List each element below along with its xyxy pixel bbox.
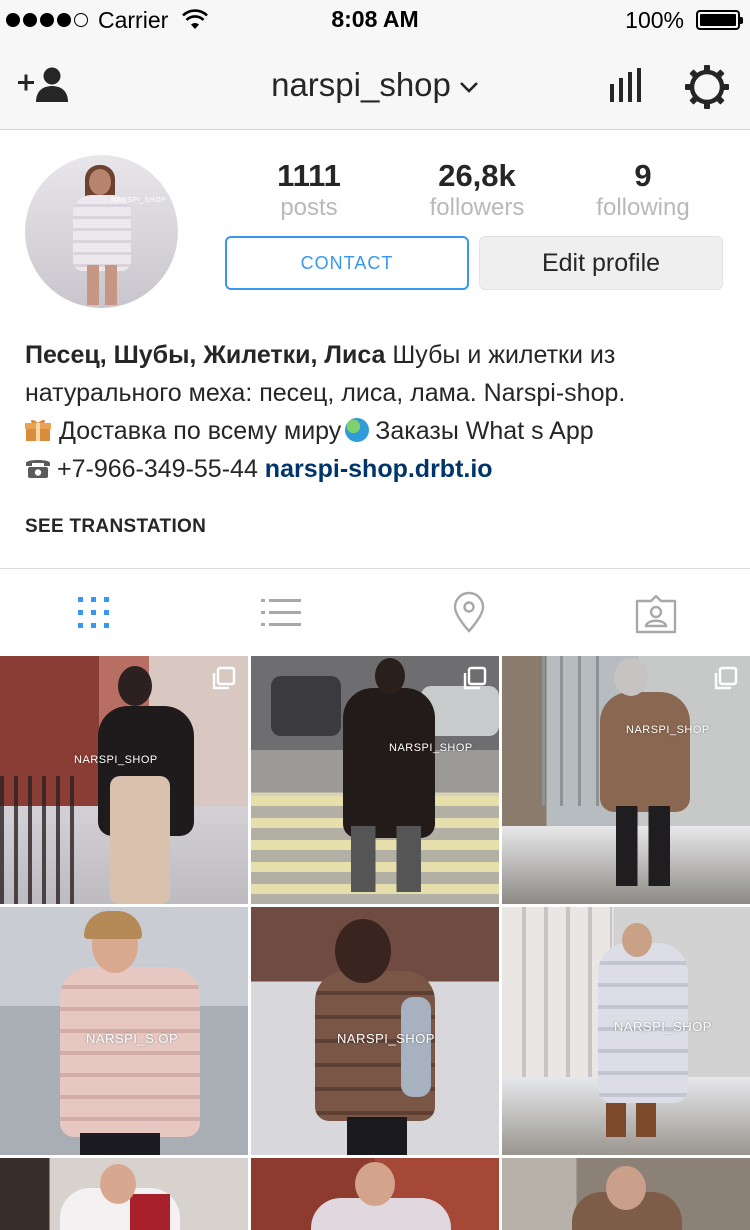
status-right: 100% <box>625 6 743 34</box>
see-translation-link[interactable]: SEE TRANSTATION <box>25 516 206 538</box>
bio-website-link[interactable]: narspi-shop.drbt.io <box>265 455 493 483</box>
post-watermark: NARSPI_SHOP <box>626 724 710 736</box>
photo-grid: NARSPI_SHOP NARSPI_SHOP NARSPI_SHOP NARS… <box>0 656 750 1230</box>
globe-icon <box>345 418 370 442</box>
followers-label: followers <box>429 194 525 221</box>
posts-label: posts <box>280 194 338 221</box>
stat-posts[interactable]: 1111 posts <box>226 158 392 222</box>
battery-icon <box>696 10 743 30</box>
grid-post[interactable]: NARSPI_SHOP <box>502 656 750 904</box>
gear-icon[interactable] <box>684 64 730 110</box>
tagged-person-icon[interactable] <box>634 591 678 635</box>
profile-tab-bar <box>0 568 750 656</box>
bio-whatsapp: Заказы What s App <box>375 417 594 445</box>
post-watermark: NARSPI_SHOP <box>337 1031 435 1046</box>
followers-count: 26,8k <box>438 158 516 193</box>
profile-avatar[interactable]: NARSPI_SHOP <box>25 155 178 308</box>
bio-phone: +7-966-349-55-44 <box>57 455 258 483</box>
post-watermark: NARSPI_SHOP <box>614 1019 712 1034</box>
bio-line-4: +7-966-349-55-44 narspi-shop.drbt.io <box>25 450 725 488</box>
multiple-photos-icon <box>463 666 487 690</box>
posts-count: 1111 <box>277 158 341 193</box>
grid-post[interactable]: NARSPI_SHOP <box>251 907 499 1155</box>
grid-post[interactable] <box>502 1158 750 1230</box>
chevron-down-icon <box>459 82 478 94</box>
bio-delivery: Доставка по всему миру <box>59 417 342 445</box>
grid-post[interactable]: NARSPI_SHOP <box>251 656 499 904</box>
bio-line-1-rest: Шубы и жилетки из <box>385 341 616 369</box>
battery-percent: 100% <box>625 6 684 33</box>
location-pin-icon[interactable] <box>447 591 491 635</box>
post-watermark: NARSPI_SHOP <box>74 754 158 766</box>
grid-post[interactable]: NARSPI_SHOP <box>0 656 248 904</box>
battery-fill <box>700 14 736 26</box>
multiple-photos-icon <box>212 666 236 690</box>
multiple-photos-icon <box>714 666 738 690</box>
edit-profile-button[interactable]: Edit profile <box>479 236 723 290</box>
grid-post[interactable]: NARSPI_SHOP <box>502 907 750 1155</box>
gift-box-icon <box>25 419 51 441</box>
bio-line-2: натурального меха: песец, лиса, лама. Na… <box>25 379 626 407</box>
bio-line-1: Песец, Шубы, Жилетки, Лиса Шубы и жилетк… <box>25 336 725 374</box>
profile-bio: Песец, Шубы, Жилетки, Лиса Шубы и жилетк… <box>25 336 725 488</box>
phone-icon <box>26 460 50 478</box>
list-icon[interactable] <box>259 591 303 635</box>
stats-icon[interactable] <box>608 68 644 104</box>
contact-button[interactable]: CONTACT <box>225 236 469 290</box>
grid-post[interactable] <box>0 1158 248 1230</box>
username-title: narspi_shop <box>271 66 451 103</box>
avatar-watermark: NARSPI_SHOP <box>111 197 167 204</box>
nav-bar: narspi_shop <box>0 40 750 130</box>
post-watermark: NARSPI_S.OP <box>86 1031 179 1046</box>
stat-followers[interactable]: 26,8k followers <box>394 158 560 222</box>
bio-line-3: Доставка по всему миру Заказы What s App <box>25 412 725 450</box>
post-watermark: NARSPI_SHOP <box>389 742 473 754</box>
stat-following[interactable]: 9 following <box>560 158 726 222</box>
profile-stats: 1111 posts 26,8k followers 9 following <box>226 158 724 222</box>
grid-icon[interactable] <box>72 591 116 635</box>
following-label: following <box>596 194 690 221</box>
grid-post[interactable] <box>251 1158 499 1230</box>
bio-name: Песец, Шубы, Жилетки, Лиса <box>25 341 386 369</box>
grid-post[interactable]: NARSPI_S.OP <box>0 907 248 1155</box>
status-bar: Carrier 8:08 AM 100% <box>0 0 750 40</box>
following-count: 9 <box>634 158 652 193</box>
